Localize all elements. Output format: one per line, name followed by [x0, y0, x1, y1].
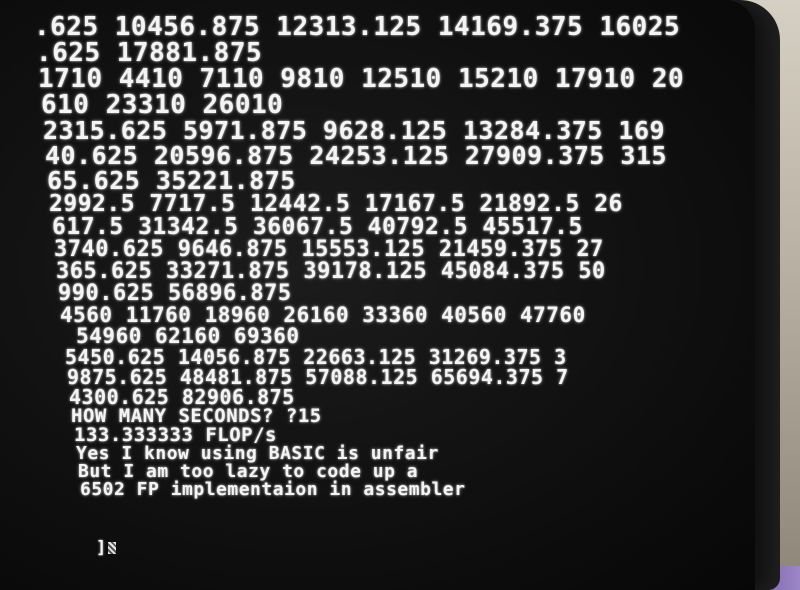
terminal-line: .625 17881.875	[36, 38, 263, 68]
terminal-line: 4300.625 82906.875	[69, 385, 295, 409]
terminal-line: 65.625 35221.875	[47, 166, 296, 195]
terminal-line: 2315.625 5971.875 9628.125 13284.375 169	[43, 116, 666, 145]
terminal-line: 40.625 20596.875 24253.125 27909.375 315	[45, 141, 668, 170]
terminal-line: 610 23310 26010	[41, 90, 284, 120]
terminal-line: 54960 62160 69360	[63, 324, 300, 348]
prompt-symbol: ]	[96, 538, 107, 558]
terminal-line: 1710 4410 7110 9810 12510 15210 17910 20	[38, 64, 685, 94]
terminal-line: 6502 FP implementaion in assembler	[80, 479, 466, 500]
command-prompt-line[interactable]: ]	[96, 538, 117, 558]
text-cursor-icon	[108, 542, 117, 554]
terminal-line: 365.625 33271.875 39178.125 45084.375 50	[56, 259, 606, 284]
terminal-output: .625 10456.875 12313.125 14169.375 16025…	[34, 14, 755, 499]
terminal-line: 5450.625 14056.875 22663.125 31269.375 3	[65, 345, 567, 369]
terminal-line: 4560 11760 18960 26160 33360 40560 47760	[60, 303, 586, 327]
terminal-line: .625 10456.875 12313.125 14169.375 16025	[34, 12, 681, 42]
terminal-line: 3740.625 9646.875 15553.125 21459.375 27	[54, 237, 604, 262]
terminal-line: 617.5 31342.5 36067.5 40792.5 45517.5	[52, 214, 583, 240]
monitor-bezel: .625 10456.875 12313.125 14169.375 16025…	[0, 0, 780, 590]
terminal-line: 990.625 56896.875	[58, 281, 292, 306]
terminal-line: 9875.625 48481.875 57088.125 65694.375 7	[67, 365, 569, 389]
crt-screen[interactable]: .625 10456.875 12313.125 14169.375 16025…	[0, 0, 755, 590]
terminal-line: 2992.5 7717.5 12442.5 17167.5 21892.5 26	[49, 191, 623, 217]
photo-frame: .625 10456.875 12313.125 14169.375 16025…	[0, 0, 800, 590]
